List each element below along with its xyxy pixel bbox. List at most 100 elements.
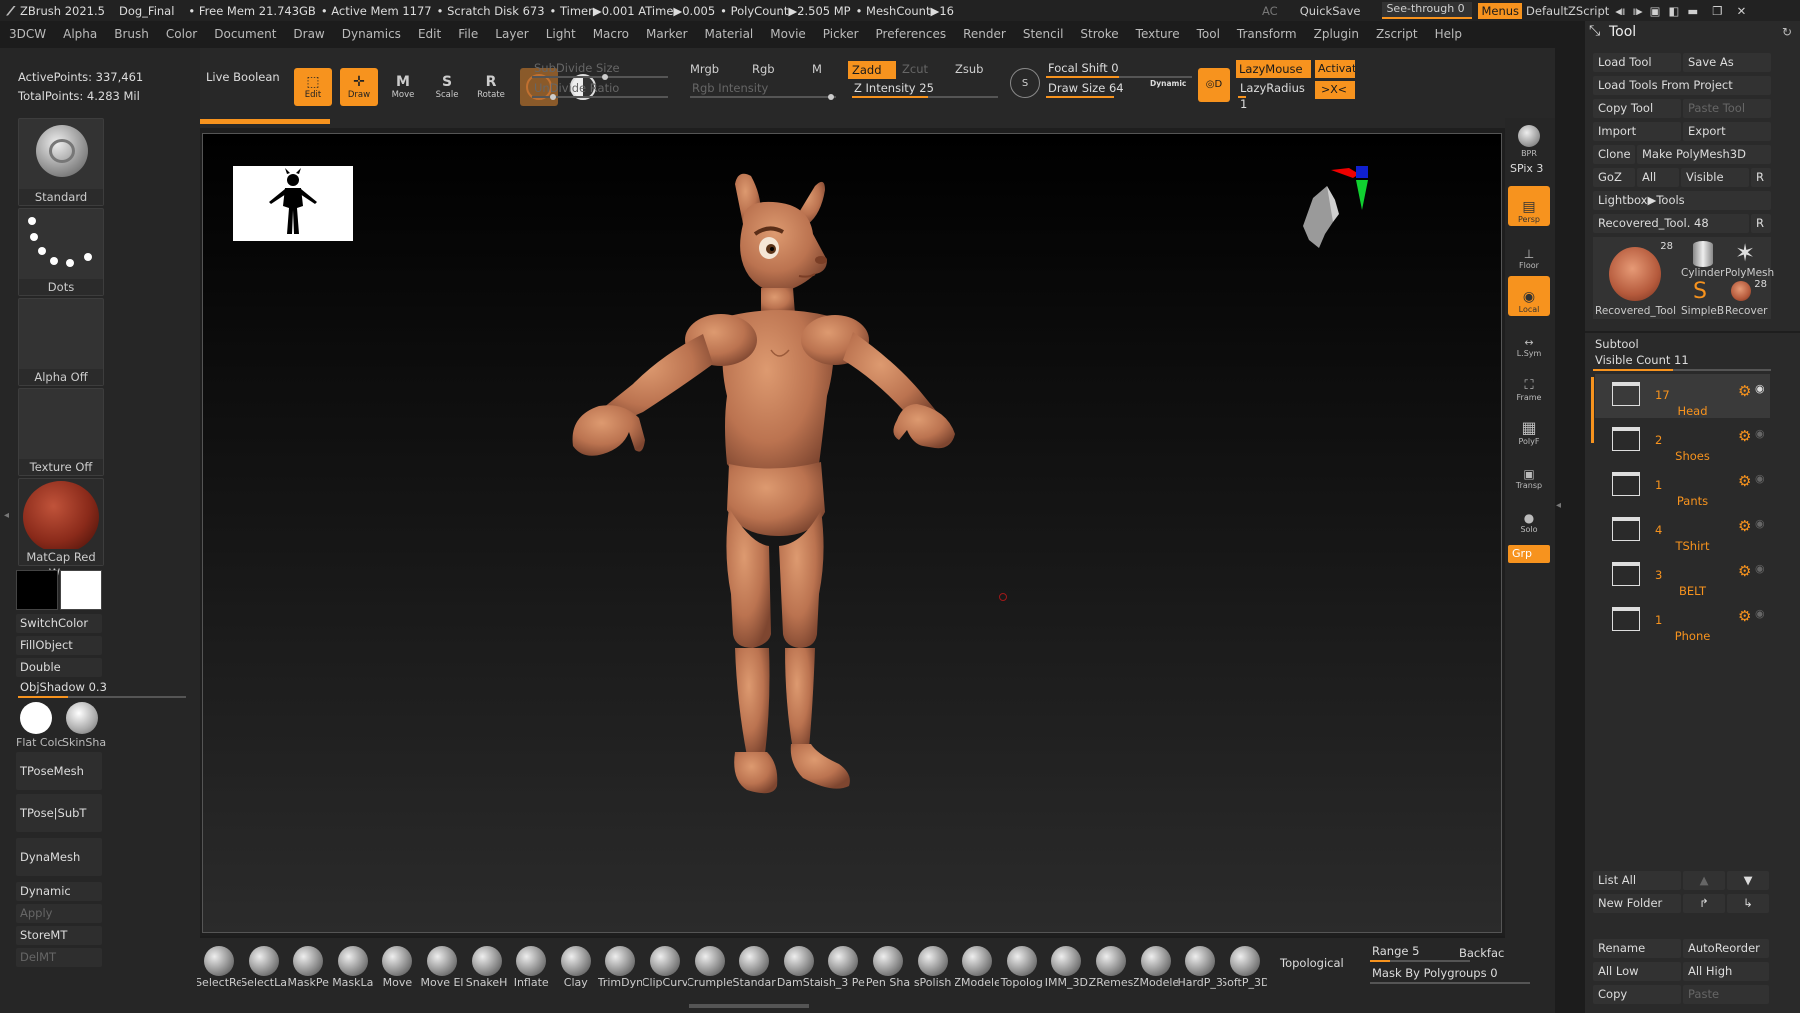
store-mt-button[interactable]: StoreMT bbox=[16, 926, 102, 945]
topological-button[interactable]: Topological bbox=[1280, 956, 1344, 970]
menu-macro[interactable]: Macro bbox=[584, 27, 637, 41]
menu-zscript[interactable]: Zscript bbox=[1367, 27, 1426, 41]
gear-icon[interactable]: ⚙ bbox=[1738, 562, 1751, 580]
tool-thumb-simpleb[interactable]: S SimpleB bbox=[1681, 279, 1725, 317]
brush-slot[interactable]: HardP_3 bbox=[1178, 942, 1222, 1000]
brush-slot[interactable]: sPolish bbox=[911, 942, 955, 1000]
menu-stencil[interactable]: Stencil bbox=[1014, 27, 1072, 41]
brush-slot[interactable]: Pen Sha bbox=[866, 942, 910, 1000]
goz-button[interactable]: GoZ bbox=[1593, 168, 1635, 187]
draw-button[interactable]: ✛ Draw bbox=[340, 68, 378, 106]
fill-object-button[interactable]: FillObject bbox=[16, 636, 102, 655]
visible-count-slider[interactable]: Visible Count 11 bbox=[1593, 353, 1771, 371]
texture-tile[interactable]: Texture Off bbox=[18, 388, 104, 476]
current-tool-slider[interactable]: Recovered_Tool. 48 bbox=[1593, 214, 1749, 233]
zadd-button[interactable]: Zadd bbox=[848, 61, 896, 79]
menu-movie[interactable]: Movie bbox=[761, 27, 814, 41]
subtool-row[interactable]: 1 Pants ⚙ ◉ bbox=[1595, 464, 1770, 508]
apply-button[interactable]: Apply bbox=[16, 904, 102, 923]
brush-slot[interactable]: ClipCurv bbox=[643, 942, 687, 1000]
z-intensity-slider[interactable]: Z Intensity 25 bbox=[850, 80, 1000, 98]
brush-slot[interactable]: Inflate bbox=[509, 942, 553, 1000]
list-all-button[interactable]: List All bbox=[1593, 871, 1681, 890]
material-tile[interactable]: MatCap Red Wax bbox=[18, 478, 104, 580]
scale-button[interactable]: S Scale bbox=[428, 68, 466, 106]
brush-slot[interactable]: MaskLa bbox=[331, 942, 375, 1000]
navigation-cube-head[interactable] bbox=[1283, 164, 1383, 264]
subtool-row[interactable]: 3 BELT ⚙ ◉ bbox=[1595, 554, 1770, 598]
tpose-mesh-button[interactable]: TPoseMesh bbox=[16, 752, 102, 790]
brush-slot[interactable]: SoftP_3D bbox=[1223, 942, 1267, 1000]
brush-slot[interactable]: Move El bbox=[420, 942, 464, 1000]
bpr-button[interactable]: BPR bbox=[1508, 120, 1550, 160]
menu-color[interactable]: Color bbox=[157, 27, 205, 41]
auto-reorder-button[interactable]: AutoReorder bbox=[1683, 939, 1769, 958]
range-slider[interactable]: Range 5 bbox=[1370, 944, 1470, 962]
eye-icon[interactable]: ◉ bbox=[1755, 562, 1765, 575]
persp-button[interactable]: ▤ Persp bbox=[1508, 186, 1550, 226]
goz-visible-button[interactable]: Visible bbox=[1681, 168, 1749, 187]
brush-slot[interactable]: MaskPe bbox=[286, 942, 330, 1000]
bottom-scroll-handle[interactable] bbox=[689, 1004, 809, 1008]
rgb-button[interactable]: Rgb bbox=[752, 62, 775, 76]
subtool-row[interactable]: 17 Head ⚙ ◉ bbox=[1595, 374, 1770, 418]
solo-button[interactable]: ● Solo bbox=[1508, 496, 1550, 536]
menu-draw[interactable]: Draw bbox=[284, 27, 332, 41]
brush-slot[interactable]: Topolog bbox=[1000, 942, 1044, 1000]
quicksave-button[interactable]: QuickSave bbox=[1300, 4, 1361, 18]
gear-icon[interactable]: ⚙ bbox=[1738, 427, 1751, 445]
new-folder-button[interactable]: New Folder bbox=[1593, 894, 1681, 913]
move-down-icon[interactable]: ▼ bbox=[1727, 871, 1769, 890]
frame-button[interactable]: ⛶ Frame bbox=[1508, 364, 1550, 404]
rgb-intensity-slider[interactable]: Rgb Intensity bbox=[688, 80, 838, 100]
switch-color-button[interactable]: SwitchColor bbox=[16, 614, 102, 633]
m-button[interactable]: M bbox=[812, 62, 822, 76]
undivide-ratio-slider[interactable]: UnDivide Ratio bbox=[530, 80, 670, 100]
goz-all-button[interactable]: All bbox=[1637, 168, 1679, 187]
brush-slot[interactable]: Polish_3 Pen A bbox=[821, 942, 865, 1000]
layout2-icon[interactable]: ıı▸ bbox=[1632, 4, 1642, 18]
dock-icon[interactable]: ◧ bbox=[1669, 4, 1680, 18]
spix-slider[interactable]: SPix 3 bbox=[1510, 162, 1543, 175]
lazymouse-button[interactable]: LazyMouse bbox=[1236, 60, 1311, 78]
import-button[interactable]: Import bbox=[1593, 122, 1681, 141]
collapse-right-icon[interactable]: ◂ bbox=[1556, 500, 1561, 511]
move-button[interactable]: M Move bbox=[384, 68, 422, 106]
brush-slot[interactable]: Crumple bbox=[688, 942, 732, 1000]
minimize-icon[interactable]: ▬ bbox=[1687, 4, 1698, 18]
brush-slot[interactable]: Clay bbox=[554, 942, 598, 1000]
polyf-button[interactable]: ▦ PolyF bbox=[1508, 408, 1550, 448]
brush-slot[interactable]: ZModele bbox=[1134, 942, 1178, 1000]
brush-slot[interactable]: IMM_3D bbox=[1044, 942, 1088, 1000]
secondary-color-swatch[interactable] bbox=[16, 570, 58, 610]
move-up-icon[interactable]: ▲ bbox=[1683, 871, 1725, 890]
brush-slot[interactable]: Move bbox=[375, 942, 419, 1000]
menu-material[interactable]: Material bbox=[696, 27, 762, 41]
menu-transform[interactable]: Transform bbox=[1228, 27, 1305, 41]
mrgb-button[interactable]: Mrgb bbox=[690, 62, 719, 76]
tool-thumb-polymesh[interactable]: ✶ PolyMesh bbox=[1725, 239, 1774, 279]
transp-button[interactable]: ▣ Transp bbox=[1508, 452, 1550, 492]
dog-character-model[interactable] bbox=[503, 164, 1063, 814]
copy-button[interactable]: Copy bbox=[1593, 985, 1681, 1004]
brush-slot[interactable]: ZRemes bbox=[1089, 942, 1133, 1000]
silhouette-navigator[interactable] bbox=[233, 166, 353, 241]
focal-shift-slider[interactable]: Focal Shift 0 bbox=[1044, 60, 1194, 78]
paste-button[interactable]: Paste bbox=[1683, 985, 1769, 1004]
brush-tile[interactable]: Standard bbox=[18, 118, 104, 206]
eye-icon[interactable]: ◉ bbox=[1755, 472, 1765, 485]
menu-picker[interactable]: Picker bbox=[814, 27, 867, 41]
subtool-row[interactable]: 4 TShirt ⚙ ◉ bbox=[1595, 509, 1770, 553]
brush-slot[interactable]: SnakeH bbox=[465, 942, 509, 1000]
subtool-title[interactable]: Subtool bbox=[1595, 337, 1639, 351]
menu-stroke[interactable]: Stroke bbox=[1071, 27, 1126, 41]
menu-file[interactable]: File bbox=[449, 27, 486, 41]
rotate-button[interactable]: R Rotate bbox=[472, 68, 510, 106]
clone-button[interactable]: Clone bbox=[1593, 145, 1635, 164]
floor-button[interactable]: ⊥ Floor bbox=[1508, 232, 1550, 272]
gear-icon[interactable]: ⚙ bbox=[1738, 382, 1751, 400]
x-symmetry-button[interactable]: >X< bbox=[1315, 81, 1355, 99]
live-boolean-button[interactable]: Live Boolean bbox=[206, 70, 280, 84]
dynamic-button[interactable]: Dynamic bbox=[16, 882, 102, 901]
goz-r-button[interactable]: R bbox=[1751, 168, 1771, 187]
